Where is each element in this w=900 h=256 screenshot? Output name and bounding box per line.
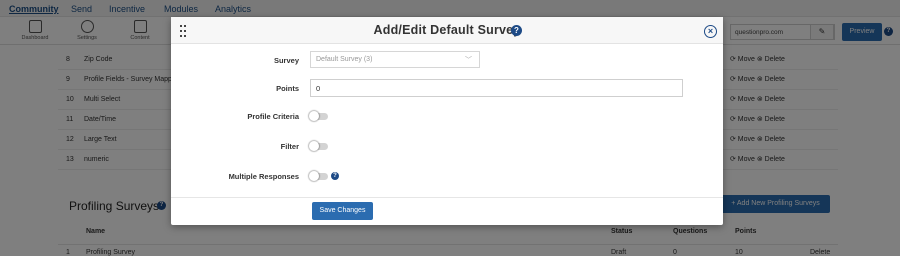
multiple-responses-toggle[interactable]: [309, 171, 328, 181]
survey-select-value: Default Survey (3): [316, 56, 373, 63]
help-icon[interactable]: ?: [331, 172, 339, 180]
toggle-knob: [309, 171, 319, 181]
toggle-knob: [309, 141, 319, 151]
modal-title: Add/Edit Default Survey: [373, 23, 521, 37]
filter-toggle[interactable]: [309, 141, 328, 151]
toggle-knob: [309, 111, 319, 121]
survey-label: Survey: [273, 56, 299, 65]
divider: [171, 197, 723, 198]
points-input[interactable]: 0: [310, 79, 683, 97]
help-icon[interactable]: ?: [511, 25, 522, 36]
chevron-down-icon: ﹀: [465, 57, 472, 64]
profile-criteria-toggle[interactable]: [309, 111, 328, 121]
profile-criteria-label: Profile Criteria: [247, 112, 299, 121]
close-icon[interactable]: ×: [704, 25, 717, 38]
modal-header: Add/Edit Default Survey ? ×: [171, 17, 723, 44]
save-changes-button[interactable]: Save Changes: [312, 202, 373, 220]
filter-label: Filter: [280, 142, 299, 151]
survey-select[interactable]: Default Survey (3) ﹀: [310, 51, 480, 68]
points-label: Points: [276, 84, 299, 93]
edit-default-survey-modal: Add/Edit Default Survey ? × Survey Defau…: [171, 17, 723, 225]
multiple-responses-label: Multiple Responses: [228, 172, 299, 181]
